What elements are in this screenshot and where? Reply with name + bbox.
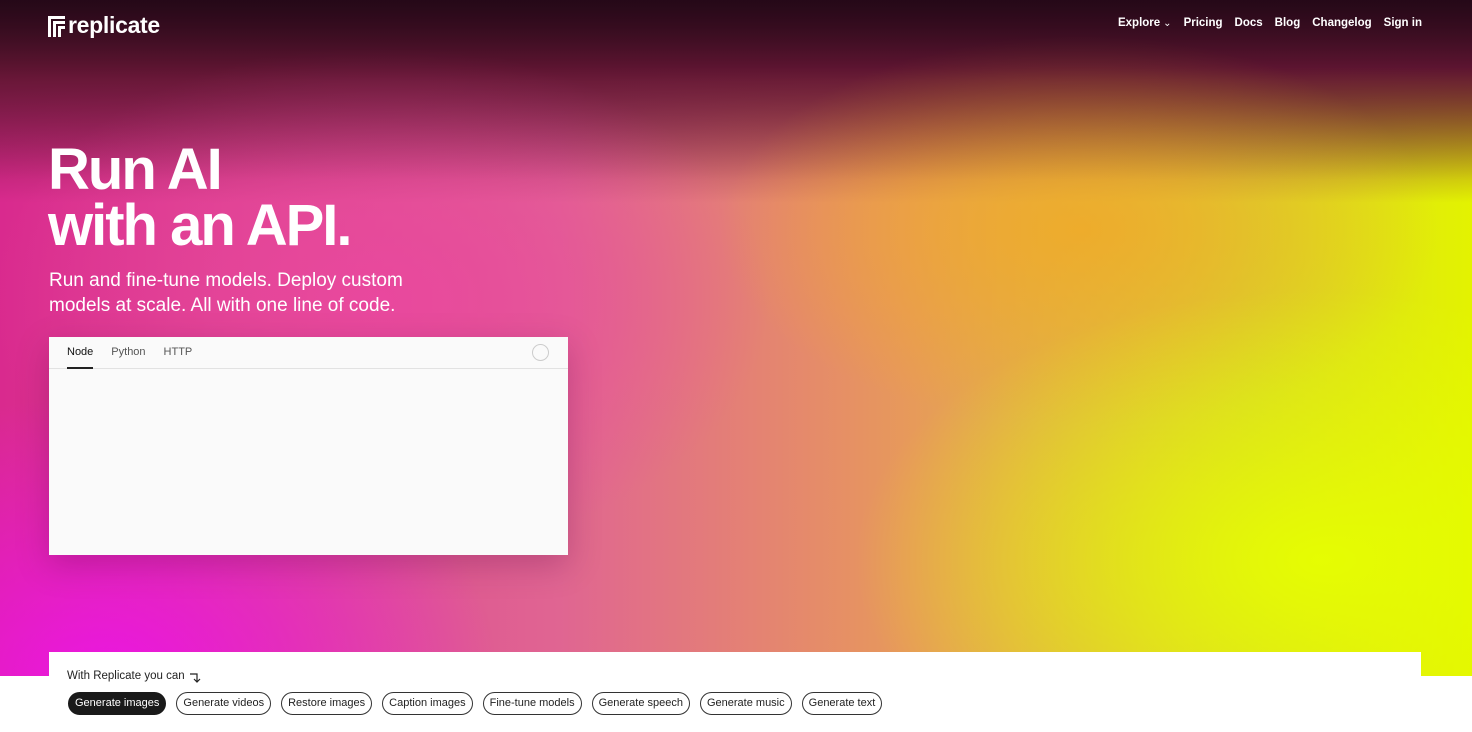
nav-explore-label: Explore	[1117, 17, 1161, 29]
brand-name: replicate	[68, 12, 160, 38]
headline-line-2: with an API.	[48, 193, 353, 258]
headline-line-1: Run AI	[48, 137, 223, 202]
tab-python[interactable]: Python	[111, 337, 145, 368]
capabilities-heading: With Replicate you can	[67, 667, 201, 684]
pill-generate-speech[interactable]: Generate speech	[591, 692, 690, 715]
nav-explore[interactable]: Explore ⌄	[1118, 17, 1172, 29]
code-panel: Node Python HTTP	[49, 337, 568, 555]
nav-pricing[interactable]: Pricing	[1184, 17, 1223, 29]
pill-generate-videos[interactable]: Generate videos	[176, 692, 272, 715]
pill-generate-music[interactable]: Generate music	[699, 692, 792, 715]
code-tabs: Node Python HTTP	[49, 337, 568, 369]
hero-headline: Run AI with an API.	[48, 137, 353, 258]
loading-spinner-icon	[532, 344, 549, 361]
arrow-down-right-icon	[189, 673, 201, 683]
hero-subhead: Run and fine-tune models. Deploy custom …	[49, 270, 403, 316]
hero-section: replicate Explore ⌄ Pricing Docs Blog Cha…	[0, 0, 1472, 676]
pill-generate-text[interactable]: Generate text	[801, 692, 883, 715]
replicate-logo[interactable]: replicate	[48, 12, 160, 39]
capabilities-card: With Replicate you can Generate images G…	[49, 652, 1421, 732]
nav-sign-in[interactable]: Sign in	[1384, 17, 1422, 29]
capabilities-label: With Replicate you can	[67, 669, 185, 682]
pill-restore-images[interactable]: Restore images	[281, 692, 373, 715]
replicate-logo-icon	[48, 15, 65, 37]
pill-caption-images[interactable]: Caption images	[382, 692, 473, 715]
nav-changelog[interactable]: Changelog	[1312, 17, 1371, 29]
chevron-down-icon: ⌄	[1163, 18, 1172, 29]
top-nav: Explore ⌄ Pricing Docs Blog Changelog Sig…	[1118, 17, 1422, 29]
nav-docs[interactable]: Docs	[1235, 17, 1263, 29]
nav-blog[interactable]: Blog	[1275, 17, 1301, 29]
pill-generate-images[interactable]: Generate images	[68, 692, 167, 715]
tab-node[interactable]: Node	[67, 337, 94, 369]
capability-pills: Generate images Generate videos Restore …	[68, 692, 883, 715]
tab-http[interactable]: HTTP	[164, 337, 193, 368]
pill-fine-tune-models[interactable]: Fine-tune models	[482, 692, 582, 715]
